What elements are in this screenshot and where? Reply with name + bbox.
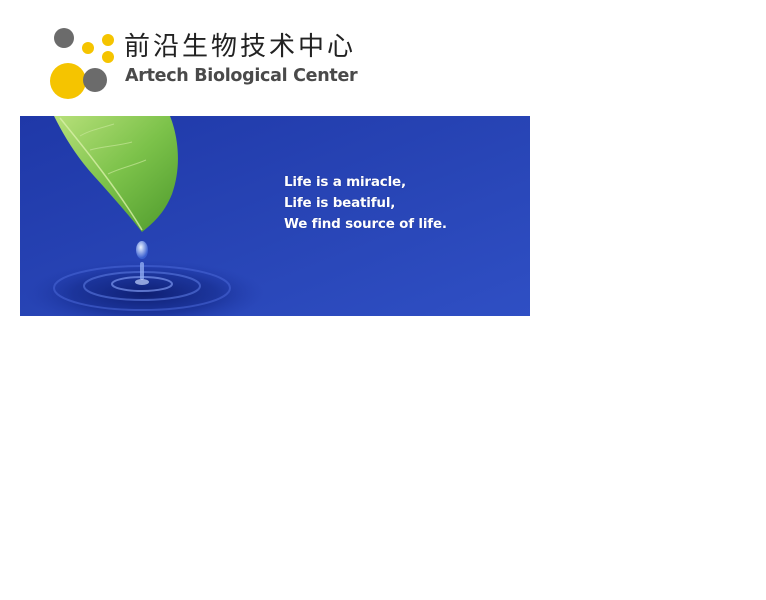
site-logo[interactable]: 前沿生物技术中心 Artech Biological Center <box>48 24 358 102</box>
leaf-water-drop-illustration <box>20 116 530 316</box>
tagline-line: Life is beatiful, <box>284 195 396 211</box>
tagline-line: We find source of life. <box>284 216 447 232</box>
logo-english-name: Artech Biological Center <box>125 66 358 86</box>
hero-banner: Life is a miracle, Life is beatiful, We … <box>20 116 530 316</box>
logo-dots-icon <box>48 24 118 102</box>
banner-tagline: Life is a miracle, Life is beatiful, We … <box>284 172 447 235</box>
tagline-line: Life is a miracle, <box>284 174 406 190</box>
logo-chinese-name: 前沿生物技术中心 <box>124 32 357 62</box>
page: 前沿生物技术中心 Artech Biological Center Life i… <box>0 0 766 600</box>
